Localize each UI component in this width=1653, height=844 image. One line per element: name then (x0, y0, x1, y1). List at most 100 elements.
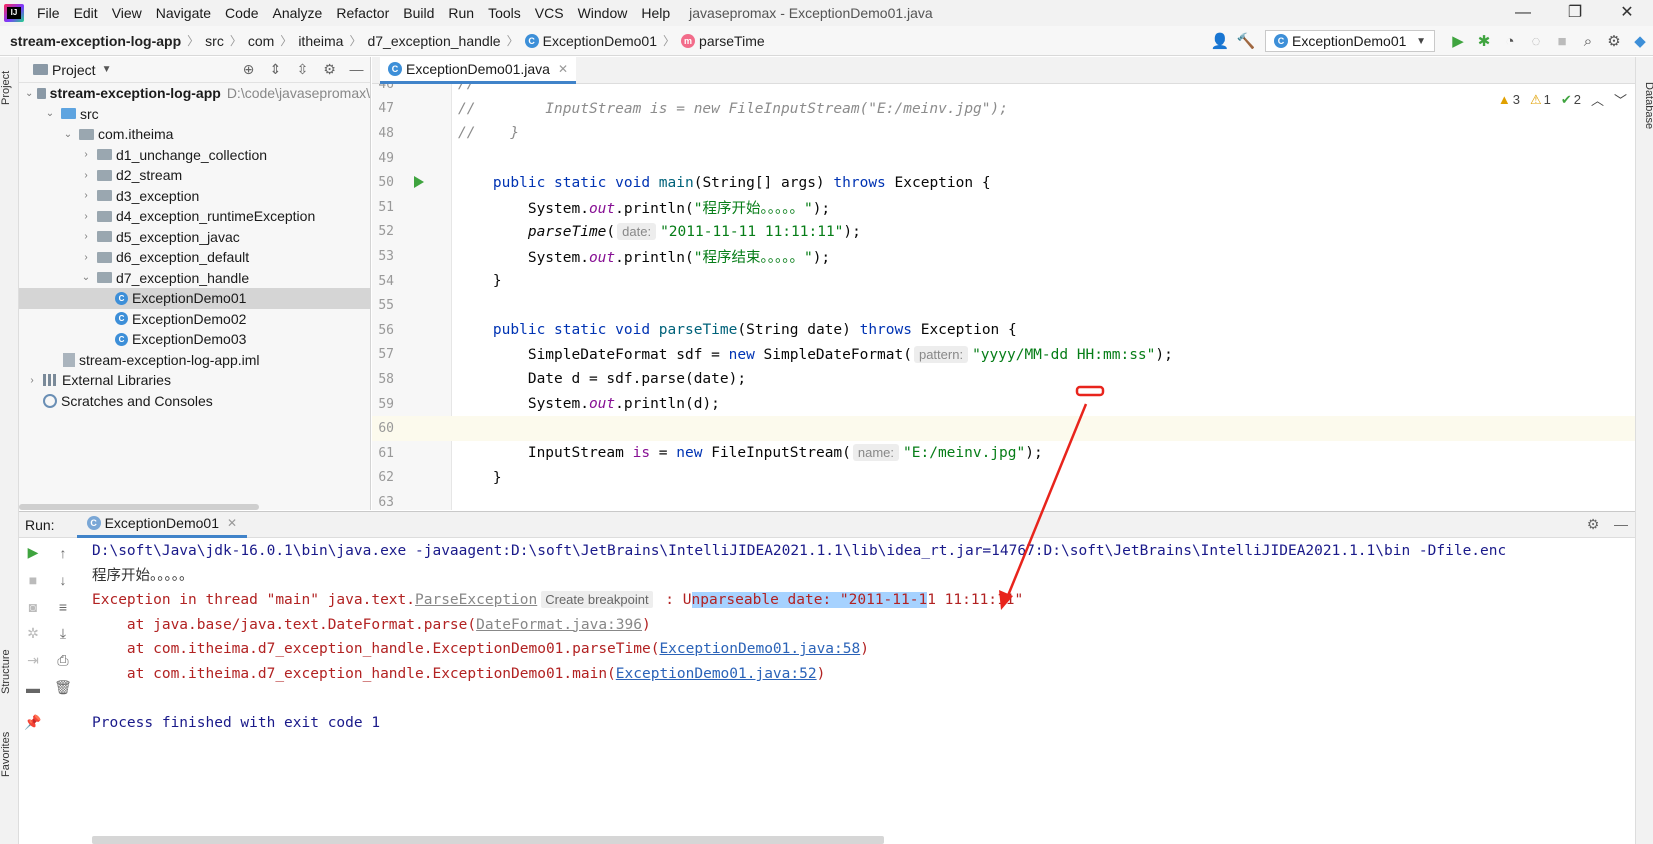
scroll-to-end-icon[interactable]: ⤓ (49, 620, 77, 647)
breadcrumb-com[interactable]: com (248, 33, 274, 49)
breadcrumb-itheima[interactable]: itheima (298, 33, 343, 49)
chevron-down-icon[interactable]: ⌄ (25, 88, 33, 99)
coverage-icon[interactable]: ◔ (1497, 33, 1523, 50)
menu-view[interactable]: View (105, 0, 149, 26)
breadcrumb-src[interactable]: src (205, 33, 224, 49)
menu-refactor[interactable]: Refactor (329, 0, 396, 26)
favorites-tool-tab[interactable]: Favorites (0, 722, 19, 787)
chevron-right-icon[interactable]: › (79, 190, 93, 201)
tab-exceptiondemo01[interactable]: C ExceptionDemo01.java ✕ (380, 57, 577, 84)
chevron-down-icon[interactable]: ⌄ (79, 272, 93, 283)
restore-button[interactable]: ❐ (1549, 0, 1601, 26)
search-icon[interactable]: ⌕ (1575, 33, 1601, 50)
chevron-right-icon[interactable]: › (25, 375, 39, 386)
tree-item-package[interactable]: ⌄ com.itheima (19, 124, 370, 145)
menu-vcs[interactable]: VCS (528, 0, 571, 26)
exception-class-link[interactable]: ParseException (415, 592, 537, 608)
hide-icon[interactable]: — (1607, 516, 1635, 533)
locate-icon[interactable]: ⊕ (235, 61, 262, 78)
tree-item-folder[interactable]: › d5_exception_javac (19, 227, 370, 248)
console-output[interactable]: D:\soft\Java\jdk-16.0.1\bin\java.exe -ja… (92, 539, 1632, 809)
breadcrumb-method[interactable]: m parseTime (681, 33, 765, 49)
horizontal-scrollbar[interactable] (19, 504, 259, 510)
gear-icon[interactable]: ⚙ (316, 61, 343, 78)
create-breakpoint-link[interactable]: Create breakpoint (541, 591, 653, 609)
stop-icon[interactable]: ■ (1549, 33, 1575, 50)
breadcrumb-class[interactable]: C ExceptionDemo01 (524, 33, 657, 49)
tree-item-folder[interactable]: › d3_exception (19, 186, 370, 207)
build-hammer-icon[interactable]: 🔨 (1233, 32, 1259, 50)
minimize-button[interactable]: — (1497, 0, 1549, 26)
breadcrumb-package[interactable]: d7_exception_handle (367, 33, 500, 49)
structure-tool-tab[interactable]: Structure (0, 637, 19, 707)
soft-wrap-icon[interactable]: ≡ (49, 593, 77, 620)
menu-build[interactable]: Build (396, 0, 441, 26)
print-icon[interactable]: ⎙ (49, 647, 77, 674)
exit-icon[interactable]: ⇥ (19, 647, 47, 674)
chevron-down-icon[interactable]: ⌄ (43, 108, 57, 119)
layout-icon[interactable]: ▬ (19, 674, 47, 701)
run-icon[interactable]: ▶ (1445, 32, 1471, 50)
stack-frame-link[interactable]: DateFormat.java:396 (476, 617, 642, 633)
database-tool-tab[interactable]: Database (1636, 71, 1653, 141)
tree-item-folder[interactable]: › d6_exception_default (19, 247, 370, 268)
collapse-all-icon[interactable]: ⇳ (289, 61, 316, 78)
stack-frame-link[interactable]: ExceptionDemo01.java:58 (659, 641, 860, 657)
chevron-right-icon[interactable]: › (79, 231, 93, 242)
arrow-down-icon[interactable]: ↓ (49, 566, 77, 593)
tree-item-scratches[interactable]: Scratches and Consoles (19, 391, 370, 412)
menu-run[interactable]: Run (441, 0, 481, 26)
project-panel-title[interactable]: Project (52, 62, 96, 78)
pin-icon[interactable]: 📌 (19, 709, 47, 736)
chevron-right-icon[interactable]: › (79, 149, 93, 160)
close-icon[interactable]: ✕ (558, 62, 568, 76)
menu-window[interactable]: Window (571, 0, 635, 26)
settings-icon[interactable]: ✲ (19, 620, 47, 647)
stop-icon[interactable]: ■ (19, 566, 47, 593)
run-tab-exceptiondemo01[interactable]: C ExceptionDemo01 ✕ (76, 512, 248, 538)
run-configuration-select[interactable]: C ExceptionDemo01 ▼ (1265, 30, 1435, 52)
arrow-up-icon[interactable]: ↑ (49, 539, 77, 566)
stack-frame-link[interactable]: ExceptionDemo01.java:52 (616, 666, 817, 682)
tree-item-iml[interactable]: stream-exception-log-app.iml (19, 350, 370, 371)
tree-item-folder[interactable]: › d2_stream (19, 165, 370, 186)
menu-edit[interactable]: Edit (67, 0, 105, 26)
menu-file[interactable]: File (30, 0, 67, 26)
hide-icon[interactable]: — (343, 61, 370, 78)
tree-item-folder[interactable]: › d1_unchange_collection (19, 145, 370, 166)
camera-icon[interactable]: ◙ (19, 593, 47, 620)
toolbox-icon[interactable]: ◆ (1627, 32, 1653, 50)
tree-item-file[interactable]: C ExceptionDemo02 (19, 309, 370, 330)
menu-navigate[interactable]: Navigate (149, 0, 218, 26)
debug-icon[interactable]: ✱ (1471, 32, 1497, 50)
tree-item-folder[interactable]: › d4_exception_runtimeException (19, 206, 370, 227)
run-gutter-icon[interactable] (414, 176, 424, 189)
menu-help[interactable]: Help (634, 0, 677, 26)
code-editor[interactable]: ▲ 3 ⚠ 1 ✔ 2 ︿ ﹀ 46 // 47 // InputStream is … (372, 84, 1635, 510)
menu-tools[interactable]: Tools (481, 0, 528, 26)
chevron-right-icon[interactable]: › (79, 170, 93, 181)
tree-item-external-libraries[interactable]: › External Libraries (19, 370, 370, 391)
chevron-right-icon[interactable]: › (79, 211, 93, 222)
rerun-icon[interactable]: ▶ (19, 539, 47, 566)
user-icon[interactable]: 👤 (1207, 32, 1233, 50)
expand-all-icon[interactable]: ⇕ (262, 61, 289, 78)
close-window-button[interactable]: ✕ (1601, 0, 1653, 26)
profile-icon[interactable]: ◌ (1523, 33, 1549, 50)
tree-item-file[interactable]: C ExceptionDemo01 (19, 288, 370, 309)
breadcrumb-project[interactable]: stream-exception-log-app (10, 33, 181, 49)
chevron-down-icon[interactable]: ▼ (102, 64, 112, 75)
chevron-down-icon[interactable]: ⌄ (61, 129, 75, 140)
tree-item-project-root[interactable]: ⌄ stream-exception-log-app D:\code\javas… (19, 83, 370, 104)
menu-code[interactable]: Code (218, 0, 265, 26)
trash-icon[interactable]: 🗑 (49, 674, 77, 701)
tree-item-folder[interactable]: ⌄ d7_exception_handle (19, 268, 370, 289)
gear-icon[interactable]: ⚙ (1601, 32, 1627, 50)
project-tool-tab[interactable]: Project (0, 63, 19, 113)
tree-item-src[interactable]: ⌄ src (19, 104, 370, 125)
tree-item-file[interactable]: C ExceptionDemo03 (19, 329, 370, 350)
horizontal-scrollbar[interactable] (92, 836, 884, 844)
close-icon[interactable]: ✕ (227, 516, 237, 530)
menu-analyze[interactable]: Analyze (266, 0, 330, 26)
chevron-right-icon[interactable]: › (79, 252, 93, 263)
